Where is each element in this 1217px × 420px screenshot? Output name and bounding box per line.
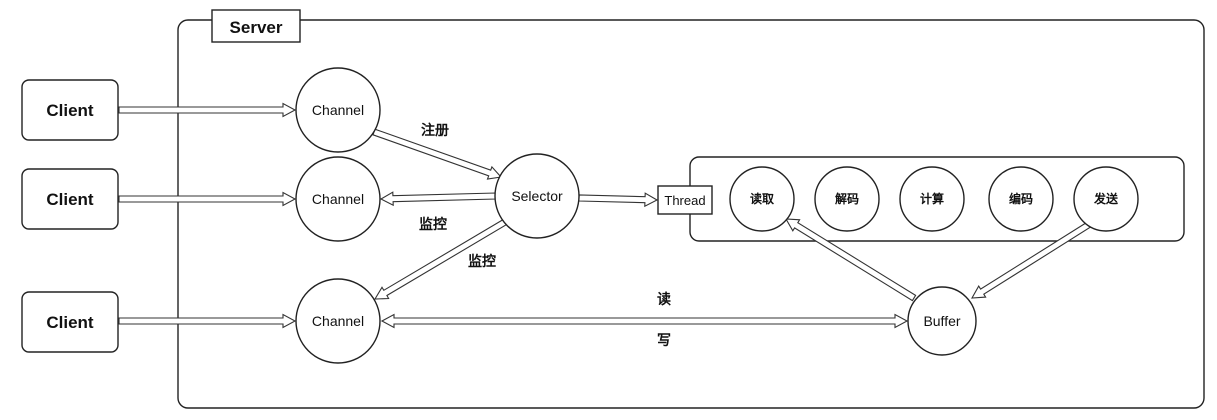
arrow-selector-thread [578,192,659,208]
nio-server-diagram: Server Client Client Client Channel Chan… [21,9,1205,409]
edge-label-write: 写 [657,332,671,348]
channel-label-3: Channel [312,313,364,329]
step-label-read: 读取 [750,191,774,206]
server-title: Server [230,18,283,37]
edge-label-read: 读 [657,291,671,307]
arrow-client3-channel3 [118,313,297,329]
edge-label-monitor-1: 监控 [419,216,447,232]
arrow-client2-channel2 [118,191,297,207]
arrow-read-write [380,313,909,329]
client-label-2: Client [46,190,94,209]
arrow-send-buffer [971,218,1096,299]
channel-label-2: Channel [312,191,364,207]
step-label-encode: 编码 [1008,191,1033,206]
step-label-compute: 计算 [920,191,944,206]
channel-label-1: Channel [312,102,364,118]
client-label-1: Client [46,101,94,120]
arrow-monitor-channel2 [379,191,497,207]
thread-label: Thread [664,193,705,208]
selector-label: Selector [511,188,563,204]
edge-label-register: 注册 [421,122,449,138]
client-label-3: Client [46,313,94,332]
buffer-label: Buffer [923,313,960,329]
step-label-decode: 解码 [835,191,859,206]
step-label-send: 发送 [1093,191,1119,206]
arrow-client1-channel1 [118,102,297,118]
edge-label-monitor-2: 监控 [468,253,496,269]
